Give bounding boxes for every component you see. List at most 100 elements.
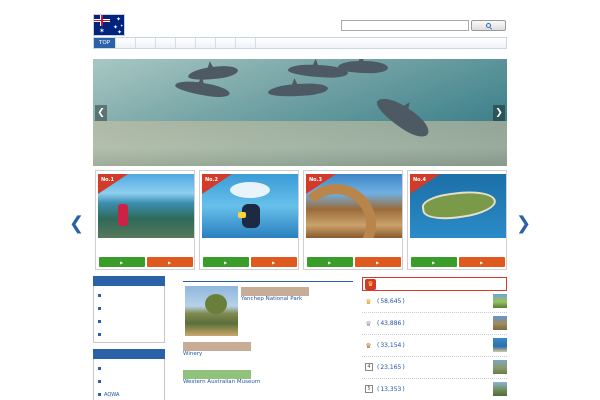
tour-rank: No.1 bbox=[101, 177, 114, 183]
ranking-count: 58,645 bbox=[380, 298, 402, 305]
silver-crown-icon: ♛ bbox=[365, 319, 372, 328]
search-input[interactable] bbox=[341, 20, 469, 31]
main-nav: TOP bbox=[93, 37, 507, 49]
bronze-crown-icon: ♛ bbox=[365, 341, 372, 350]
sidebar-item[interactable] bbox=[98, 362, 160, 375]
dolphin bbox=[174, 78, 231, 100]
site-logo[interactable]: ✶ ✦ ✦ ✦ ✦ bbox=[93, 14, 190, 36]
ranking-thumbnail bbox=[493, 338, 507, 352]
tour-name[interactable] bbox=[96, 242, 194, 250]
chevron-right-icon: ▶ bbox=[479, 259, 484, 265]
hero-shallows bbox=[93, 121, 507, 166]
nav-item-6[interactable] bbox=[196, 38, 217, 48]
news-item[interactable]: Yanchep National Park bbox=[183, 286, 353, 338]
tour-card[interactable]: No.1 ▶ ▶ bbox=[95, 170, 195, 270]
chevron-right-icon: ▶ bbox=[271, 259, 276, 265]
view-tour-button[interactable]: ▶ bbox=[411, 257, 457, 267]
sidebar-heading bbox=[93, 276, 165, 286]
news-tag bbox=[183, 370, 251, 379]
tour-name[interactable] bbox=[304, 242, 402, 250]
site-title bbox=[130, 19, 190, 31]
tour-card[interactable]: No.3 ▶ ▶ bbox=[303, 170, 403, 270]
ranking-thumbnail bbox=[493, 382, 507, 396]
chevron-left-icon: ❮ bbox=[97, 108, 105, 118]
bullet-icon bbox=[98, 393, 101, 396]
chevron-right-icon: ▶ bbox=[327, 259, 332, 265]
news-title[interactable]: Yanchep National Park bbox=[241, 296, 353, 303]
sidebar-item[interactable] bbox=[98, 302, 160, 315]
sidebar-item[interactable] bbox=[98, 315, 160, 328]
ranking-row[interactable]: ♛ (43,886) bbox=[362, 313, 507, 335]
ranking-count: 13,353 bbox=[380, 386, 402, 393]
news-item[interactable]: Winery bbox=[183, 342, 353, 366]
news-tag bbox=[241, 287, 309, 296]
bullet-icon bbox=[98, 367, 101, 370]
tour-card[interactable]: No.4 ▶ ▶ bbox=[407, 170, 507, 270]
search-form bbox=[341, 20, 506, 31]
crown-icon: ♛ bbox=[365, 278, 376, 290]
tours-prev-button[interactable]: ❮ bbox=[69, 213, 84, 234]
tour-photo: No.3 bbox=[306, 174, 402, 238]
sidebar-list: AQWA bbox=[93, 359, 165, 400]
sidebar-item[interactable] bbox=[98, 328, 160, 341]
ranking-thumbnail bbox=[493, 360, 507, 374]
view-tour-button[interactable]: ▶ bbox=[203, 257, 249, 267]
ranking-row[interactable]: 5 (13,353) bbox=[362, 379, 507, 400]
nav-item-4[interactable] bbox=[156, 38, 177, 48]
dolphin bbox=[267, 82, 329, 98]
nav-item-8[interactable] bbox=[236, 38, 257, 48]
tours-next-button[interactable]: ❯ bbox=[516, 213, 531, 234]
chevron-right-icon: ▶ bbox=[167, 259, 172, 265]
tour-photo: No.1 bbox=[98, 174, 194, 238]
sidebar-list bbox=[93, 286, 165, 343]
view-guide-button[interactable]: ▶ bbox=[147, 257, 193, 267]
ranking-header: ♛ bbox=[362, 277, 507, 291]
ranking-row[interactable]: 4 (23,165) bbox=[362, 357, 507, 379]
chevron-left-icon: ❮ bbox=[69, 213, 85, 234]
bullet-icon bbox=[98, 333, 101, 336]
gold-crown-icon: ♛ bbox=[365, 297, 372, 306]
tour-photo: No.4 bbox=[410, 174, 506, 238]
dolphin bbox=[187, 64, 239, 82]
search-icon bbox=[485, 23, 491, 28]
sidebar: AQWA bbox=[93, 276, 165, 400]
ranking-row[interactable]: ♛ (58,645) bbox=[362, 291, 507, 313]
ranking-count: 43,886 bbox=[380, 320, 402, 327]
bullet-icon bbox=[98, 294, 101, 297]
hero-slider[interactable]: ❮ ❯ bbox=[93, 59, 507, 166]
news-title[interactable]: Western Australian Museum bbox=[183, 379, 353, 386]
rank-number: 4 bbox=[365, 363, 373, 371]
sidebar-item[interactable] bbox=[98, 289, 160, 302]
view-guide-button[interactable]: ▶ bbox=[251, 257, 297, 267]
nav-item-2[interactable] bbox=[116, 38, 137, 48]
chevron-right-icon: ▶ bbox=[119, 259, 124, 265]
chevron-right-icon: ❯ bbox=[516, 213, 532, 234]
news-title[interactable]: Winery bbox=[183, 351, 353, 358]
sidebar-item[interactable] bbox=[98, 375, 160, 388]
sidebar-item-aqwa[interactable]: AQWA bbox=[98, 388, 160, 400]
view-guide-button[interactable]: ▶ bbox=[355, 257, 401, 267]
hero-next-button[interactable]: ❯ bbox=[493, 105, 505, 121]
nav-item-top[interactable]: TOP bbox=[94, 38, 117, 48]
australia-flag-icon: ✶ ✦ ✦ ✦ ✦ bbox=[93, 14, 125, 36]
news-item[interactable]: Western Australian Museum bbox=[183, 370, 353, 394]
chevron-right-icon: ▶ bbox=[375, 259, 380, 265]
tour-name[interactable] bbox=[408, 242, 506, 250]
view-tour-button[interactable]: ▶ bbox=[307, 257, 353, 267]
chevron-right-icon: ▶ bbox=[431, 259, 436, 265]
view-tour-button[interactable]: ▶ bbox=[99, 257, 145, 267]
bullet-icon bbox=[98, 307, 101, 310]
ranking-thumbnail bbox=[493, 294, 507, 308]
hero-prev-button[interactable]: ❮ bbox=[95, 105, 107, 121]
rank-number: 5 bbox=[365, 385, 373, 393]
tour-card[interactable]: No.2 ▶ ▶ bbox=[199, 170, 299, 270]
nav-item-7[interactable] bbox=[216, 38, 237, 48]
tour-ranking-carousel: No.1 ▶ ▶ No.2 ▶ ▶ No.3 ▶ ▶ No.4 ▶ ▶ bbox=[93, 170, 507, 270]
nav-item-5[interactable] bbox=[176, 38, 197, 48]
chevron-right-icon: ▶ bbox=[223, 259, 228, 265]
view-guide-button[interactable]: ▶ bbox=[459, 257, 505, 267]
tour-name[interactable] bbox=[200, 242, 298, 250]
search-button[interactable] bbox=[471, 20, 506, 31]
nav-item-3[interactable] bbox=[136, 38, 157, 48]
ranking-row[interactable]: ♛ (33,154) bbox=[362, 335, 507, 357]
